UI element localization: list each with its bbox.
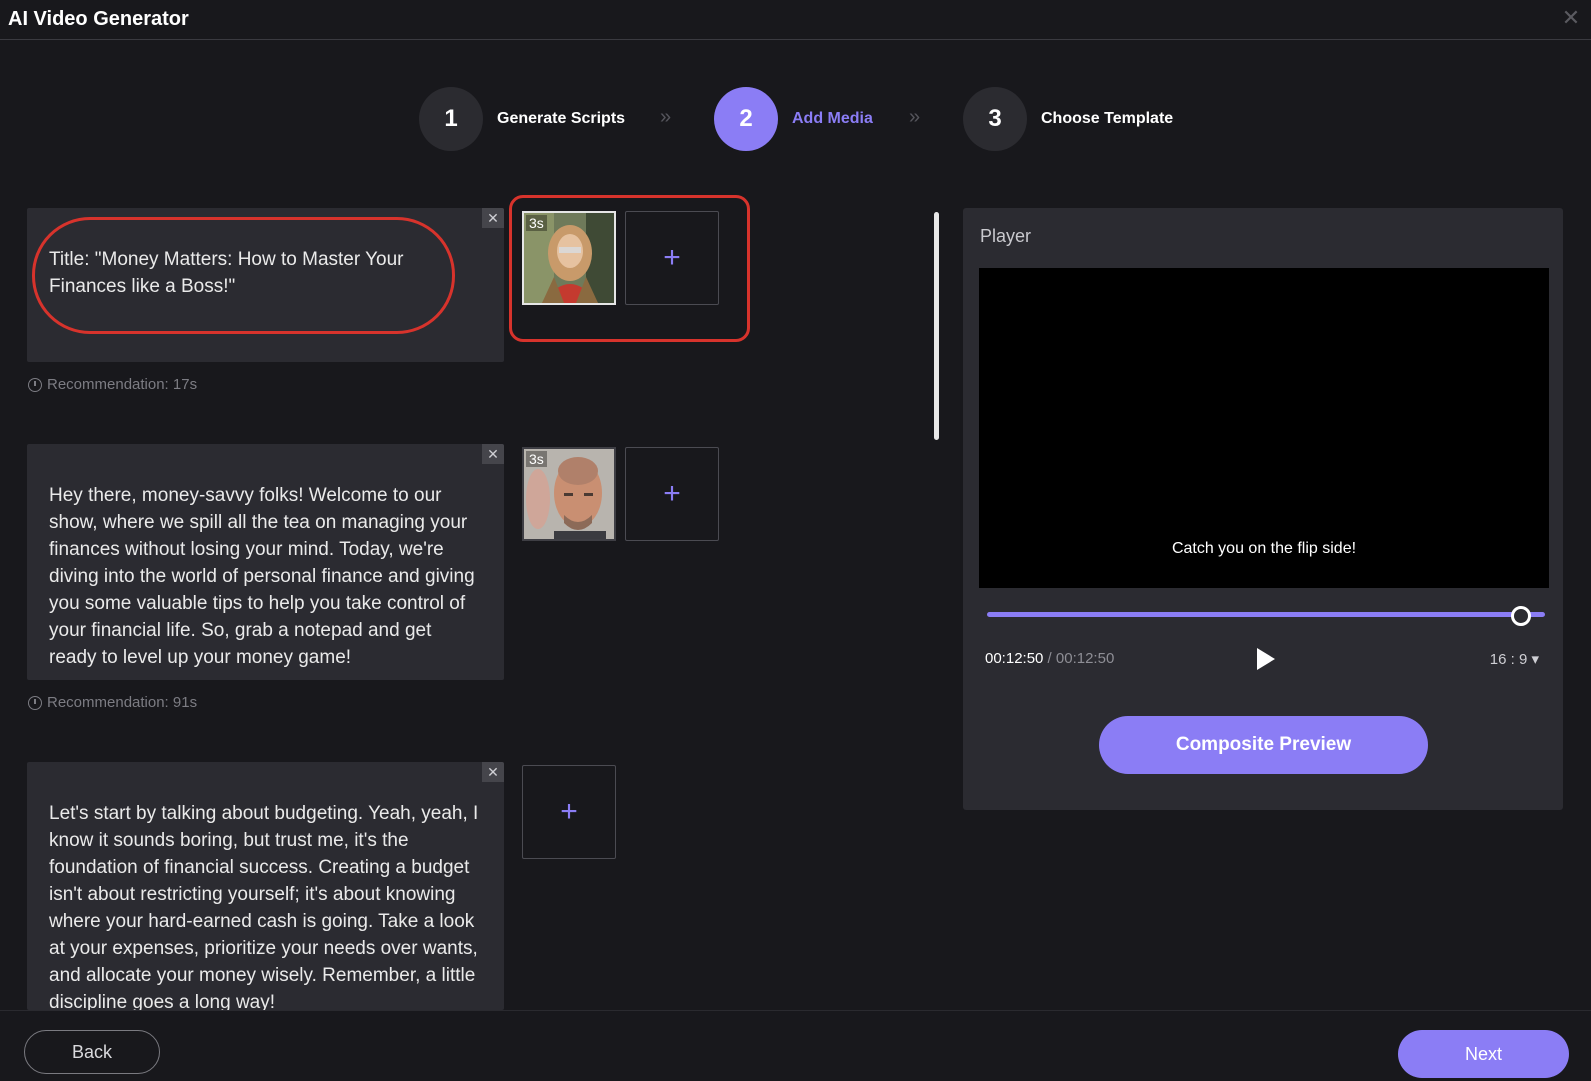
player-panel: Player Catch you on the flip side! 00:12… — [963, 208, 1563, 810]
step-generate-scripts[interactable]: 1 Generate Scripts — [419, 86, 625, 152]
progress-handle[interactable] — [1511, 606, 1531, 626]
media-thumbnail[interactable]: 3s — [522, 447, 616, 541]
script-card[interactable]: ✕ Title: "Money Matters: How to Master Y… — [27, 208, 504, 362]
composite-preview-button[interactable]: Composite Preview — [1099, 716, 1428, 774]
play-icon[interactable] — [1257, 648, 1275, 670]
media-thumbnail[interactable]: 3s — [522, 211, 616, 305]
add-media-button[interactable]: + — [522, 765, 616, 859]
recommendation-text: Recommendation: 91s — [47, 694, 198, 711]
current-time: 00:12:50 — [985, 650, 1044, 667]
delete-card-icon[interactable]: ✕ — [482, 444, 504, 464]
chevron-right-icon: » — [909, 106, 920, 128]
title-bar: AI Video Generator ✕ — [0, 0, 1591, 40]
clock-icon — [28, 377, 42, 392]
progress-bar[interactable] — [987, 612, 1545, 617]
script-text[interactable]: Hey there, money-savvy folks! Welcome to… — [49, 482, 484, 671]
recommendation-text: Recommendation: 17s — [47, 376, 198, 393]
time-display: 00:12:50 / 00:12:50 — [985, 650, 1114, 667]
step-add-media[interactable]: 2 Add Media — [714, 86, 873, 152]
step-number: 2 — [714, 87, 778, 151]
step-number: 3 — [963, 87, 1027, 151]
scrollbar[interactable] — [934, 212, 939, 440]
video-preview[interactable]: Catch you on the flip side! — [979, 268, 1549, 588]
step-label: Choose Template — [1041, 110, 1174, 127]
close-icon[interactable]: ✕ — [1559, 6, 1583, 30]
next-button[interactable]: Next — [1398, 1030, 1569, 1078]
script-card[interactable]: ✕ Let's start by talking about budgeting… — [27, 762, 504, 1010]
back-button[interactable]: Back — [24, 1030, 160, 1074]
app-title: AI Video Generator — [8, 8, 189, 30]
add-media-button[interactable]: + — [625, 447, 719, 541]
step-label: Generate Scripts — [497, 110, 626, 127]
media-duration: 3s — [526, 451, 547, 467]
recommendation: Recommendation: 17s — [28, 376, 197, 393]
script-card[interactable]: ✕ Hey there, money-savvy folks! Welcome … — [27, 444, 504, 680]
delete-card-icon[interactable]: ✕ — [482, 762, 504, 782]
script-text[interactable]: Title: "Money Matters: How to Master You… — [49, 246, 484, 300]
clock-icon — [28, 695, 42, 710]
video-subtitle: Catch you on the flip side! — [1171, 540, 1357, 557]
delete-card-icon[interactable]: ✕ — [482, 208, 504, 228]
player-title: Player — [980, 226, 1032, 246]
recommendation: Recommendation: 91s — [28, 694, 197, 711]
total-time: / 00:12:50 — [1043, 650, 1115, 667]
step-number: 1 — [419, 87, 483, 151]
add-media-button[interactable]: + — [625, 211, 719, 305]
aspect-ratio-select[interactable]: 16 : 9 ▾ — [1490, 650, 1539, 668]
media-duration: 3s — [526, 215, 547, 231]
step-label: Add Media — [792, 110, 873, 127]
step-choose-template[interactable]: 3 Choose Template — [963, 86, 1173, 152]
chevron-right-icon: » — [660, 106, 671, 128]
footer: Back Next — [0, 1010, 1591, 1081]
script-text[interactable]: Let's start by talking about budgeting. … — [49, 800, 484, 1010]
